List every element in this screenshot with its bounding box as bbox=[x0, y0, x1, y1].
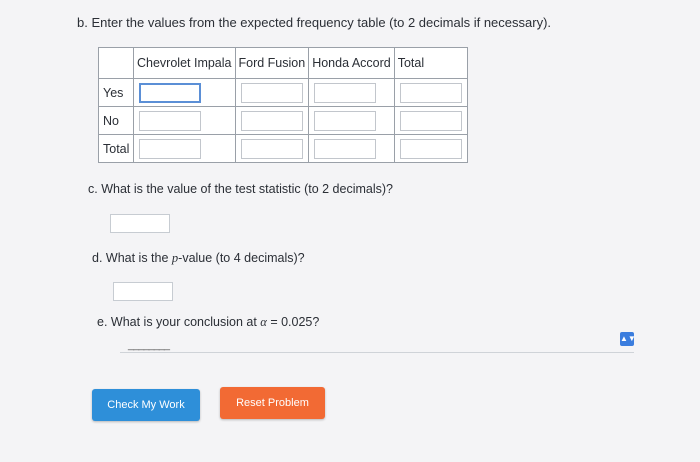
question-e-suffix: = 0.025? bbox=[266, 315, 320, 329]
table-header-ford-fusion: Ford Fusion bbox=[234, 47, 310, 79]
updown-chevron-icon[interactable]: ▲▼ bbox=[620, 332, 636, 346]
table-header-honda-accord: Honda Accord bbox=[308, 47, 395, 79]
expected-frequency-table: Chevrolet Impala Ford Fusion Honda Accor… bbox=[98, 47, 468, 163]
check-my-work-button[interactable]: Check My Work bbox=[92, 389, 200, 421]
no-honda-accord-input[interactable] bbox=[314, 110, 377, 131]
row-label-no: No bbox=[98, 106, 134, 135]
table-row-no: No bbox=[98, 106, 468, 135]
question-c-text: c. What is the value of the test statist… bbox=[88, 182, 393, 196]
yes-ford-fusion-input[interactable] bbox=[240, 82, 303, 103]
yes-chevrolet-impala-input[interactable] bbox=[139, 82, 201, 103]
conclusion-select[interactable]: ________ ▲▼ bbox=[120, 332, 636, 353]
row-label-total: Total bbox=[98, 134, 134, 163]
total-total-input[interactable] bbox=[399, 138, 462, 159]
table-header-total: Total bbox=[393, 47, 468, 79]
conclusion-selected-value: ________ bbox=[128, 339, 170, 351]
question-d-text: d. What is the p-value (to 4 decimals)? bbox=[92, 251, 305, 266]
table-header-chevrolet-impala: Chevrolet Impala bbox=[133, 47, 236, 79]
question-e-text: e. What is your conclusion at α = 0.025? bbox=[97, 315, 319, 330]
reset-problem-button[interactable]: Reset Problem bbox=[220, 387, 325, 419]
table-row-total: Total bbox=[98, 134, 468, 163]
table-row-yes: Yes bbox=[98, 78, 468, 107]
question-e-prefix: e. What is your conclusion at bbox=[97, 315, 261, 329]
test-statistic-input[interactable] bbox=[110, 214, 170, 233]
row-label-yes: Yes bbox=[98, 78, 134, 107]
no-ford-fusion-input[interactable] bbox=[240, 110, 303, 131]
table-header-corner bbox=[98, 47, 134, 79]
yes-honda-accord-input[interactable] bbox=[314, 82, 377, 103]
no-chevrolet-impala-input[interactable] bbox=[139, 110, 201, 131]
total-chevrolet-impala-input[interactable] bbox=[139, 138, 201, 159]
yes-total-input[interactable] bbox=[399, 82, 462, 103]
question-d-suffix: -value (to 4 decimals)? bbox=[178, 251, 305, 265]
question-d-prefix: d. What is the bbox=[92, 251, 172, 265]
total-ford-fusion-input[interactable] bbox=[240, 138, 303, 159]
p-value-input[interactable] bbox=[113, 282, 173, 301]
table-header-row: Chevrolet Impala Ford Fusion Honda Accor… bbox=[98, 47, 468, 79]
no-total-input[interactable] bbox=[399, 110, 462, 131]
question-b-text: b. Enter the values from the expected fr… bbox=[77, 15, 552, 30]
total-honda-accord-input[interactable] bbox=[314, 138, 377, 159]
